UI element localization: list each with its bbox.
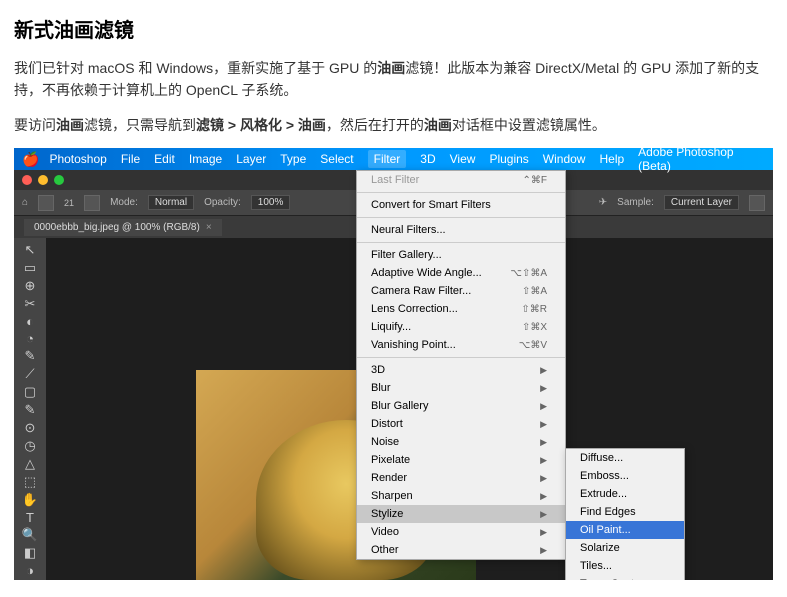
maximize-window-button[interactable] xyxy=(54,175,64,185)
document-tab-label: 0000ebbb_big.jpeg @ 100% (RGB/8) xyxy=(34,222,200,233)
filter-pixelate[interactable]: Pixelate▶ xyxy=(357,451,565,469)
article-para1: 我们已针对 macOS 和 Windows，重新实施了基于 GPU 的油画滤镜！… xyxy=(14,57,773,102)
filter-noise[interactable]: Noise▶ xyxy=(357,433,565,451)
menubar-view[interactable]: View xyxy=(450,152,476,166)
filter-sharpen[interactable]: Sharpen▶ xyxy=(357,487,565,505)
filter-liquify[interactable]: Liquify...⇧⌘X xyxy=(357,318,565,336)
photoshop-window: 🍎 Photoshop File Edit Image Layer Type S… xyxy=(14,148,773,580)
filter-lens[interactable]: Lens Correction...⇧⌘R xyxy=(357,300,565,318)
stylize-diffuse[interactable]: Diffuse... xyxy=(566,449,684,467)
gradient-tool[interactable]: ◷ xyxy=(18,438,42,454)
history-brush-tool[interactable]: ✎ xyxy=(18,402,42,418)
opacity-input[interactable]: 100% xyxy=(251,195,291,210)
path-tool[interactable]: 🔍 xyxy=(18,527,42,543)
stylize-find-edges[interactable]: Find Edges xyxy=(566,503,684,521)
blur-tool[interactable]: △ xyxy=(18,456,42,472)
stylize-emboss[interactable]: Emboss... xyxy=(566,467,684,485)
flow-icon[interactable]: ✈ xyxy=(599,197,607,208)
brush-preview-icon[interactable] xyxy=(38,195,54,211)
opacity-label: Opacity: xyxy=(204,197,241,208)
menubar-app-title: Adobe Photoshop (Beta) xyxy=(638,148,765,173)
filter-adaptive[interactable]: Adaptive Wide Angle...⌥⇧⌘A xyxy=(357,264,565,282)
menubar-file[interactable]: File xyxy=(121,152,140,166)
mode-select[interactable]: Normal xyxy=(148,195,194,210)
marquee-tool[interactable]: ▭ xyxy=(18,260,42,276)
eyedropper-tool[interactable]: ◔ xyxy=(18,331,42,346)
frame-tool[interactable]: ◐ xyxy=(18,314,42,329)
eraser-tool[interactable]: ⊙ xyxy=(18,420,42,436)
mode-label: Mode: xyxy=(110,197,138,208)
dodge-tool[interactable]: ⬚ xyxy=(18,474,42,490)
menubar-edit[interactable]: Edit xyxy=(154,152,175,166)
brush-tool[interactable]: ⟋ xyxy=(18,366,42,382)
stamp-tool[interactable]: ▢ xyxy=(18,384,42,400)
menubar-layer[interactable]: Layer xyxy=(236,152,266,166)
filter-blur-gallery[interactable]: Blur Gallery▶ xyxy=(357,397,565,415)
healing-tool[interactable]: ✎ xyxy=(18,348,42,364)
menubar-image[interactable]: Image xyxy=(189,152,222,166)
home-icon[interactable]: ⌂ xyxy=(22,197,28,208)
filter-stylize[interactable]: Stylize▶ xyxy=(357,505,565,523)
filter-3d[interactable]: 3D▶ xyxy=(357,361,565,379)
filter-smart[interactable]: Convert for Smart Filters xyxy=(357,196,565,214)
filter-last: Last Filter⌃⌘F xyxy=(357,171,565,189)
minimize-window-button[interactable] xyxy=(38,175,48,185)
menubar-type[interactable]: Type xyxy=(280,152,306,166)
brush-size[interactable]: 21 xyxy=(64,198,74,208)
menubar-3d[interactable]: 3D xyxy=(420,152,435,166)
hand-tool[interactable]: ◧ xyxy=(18,545,42,561)
stylize-oil-paint[interactable]: Oil Paint... xyxy=(566,521,684,539)
close-tab-icon[interactable]: × xyxy=(206,222,212,233)
menubar-window[interactable]: Window xyxy=(543,152,586,166)
filter-render[interactable]: Render▶ xyxy=(357,469,565,487)
article-para2: 要访问油画滤镜，只需导航到滤镜 > 风格化 > 油画，然后在打开的油画对话框中设… xyxy=(14,114,773,136)
menubar-select[interactable]: Select xyxy=(320,152,353,166)
mac-menubar: 🍎 Photoshop File Edit Image Layer Type S… xyxy=(14,148,773,170)
document-tab[interactable]: 0000ebbb_big.jpeg @ 100% (RGB/8) × xyxy=(24,219,222,236)
filter-distort[interactable]: Distort▶ xyxy=(357,415,565,433)
filter-video[interactable]: Video▶ xyxy=(357,523,565,541)
brush-settings-icon[interactable] xyxy=(84,195,100,211)
menubar-app[interactable]: Photoshop xyxy=(49,152,106,166)
stylize-solarize[interactable]: Solarize xyxy=(566,539,684,557)
filter-blur[interactable]: Blur▶ xyxy=(357,379,565,397)
menubar-plugins[interactable]: Plugins xyxy=(489,152,528,166)
filter-neural[interactable]: Neural Filters... xyxy=(357,221,565,239)
lasso-tool[interactable]: ⊕ xyxy=(18,278,42,294)
stylize-submenu: Diffuse... Emboss... Extrude... Find Edg… xyxy=(565,448,685,580)
pen-tool[interactable]: ✋ xyxy=(18,492,42,508)
close-window-button[interactable] xyxy=(22,175,32,185)
filter-vanishing[interactable]: Vanishing Point...⌥⌘V xyxy=(357,336,565,354)
filter-other[interactable]: Other▶ xyxy=(357,541,565,559)
type-tool[interactable]: T xyxy=(18,510,42,525)
stylize-tiles[interactable]: Tiles... xyxy=(566,557,684,575)
sample-label: Sample: xyxy=(617,197,654,208)
crop-tool[interactable]: ✂ xyxy=(18,296,42,312)
stylize-trace-contour[interactable]: Trace Contour... xyxy=(566,575,684,580)
apple-logo-icon[interactable]: 🍎 xyxy=(22,151,39,168)
filter-camera-raw[interactable]: Camera Raw Filter...⇧⌘A xyxy=(357,282,565,300)
toolbox: ↖ ▭ ⊕ ✂ ◐ ◔ ✎ ⟋ ▢ ✎ ⊙ ◷ △ ⬚ ✋ T 🔍 ◧ ◑ ▣ xyxy=(14,238,46,580)
filter-dropdown: Last Filter⌃⌘F Convert for Smart Filters… xyxy=(356,170,566,560)
filter-gallery[interactable]: Filter Gallery... xyxy=(357,246,565,264)
menubar-help[interactable]: Help xyxy=(599,152,624,166)
article-heading: 新式油画滤镜 xyxy=(14,14,773,43)
zoom-tool[interactable]: ◑ xyxy=(18,563,42,578)
menubar-filter[interactable]: Filter xyxy=(368,150,407,168)
stylize-extrude[interactable]: Extrude... xyxy=(566,485,684,503)
move-tool[interactable]: ↖ xyxy=(18,242,42,258)
sample-select[interactable]: Current Layer xyxy=(664,195,739,210)
options-icon[interactable] xyxy=(749,195,765,211)
